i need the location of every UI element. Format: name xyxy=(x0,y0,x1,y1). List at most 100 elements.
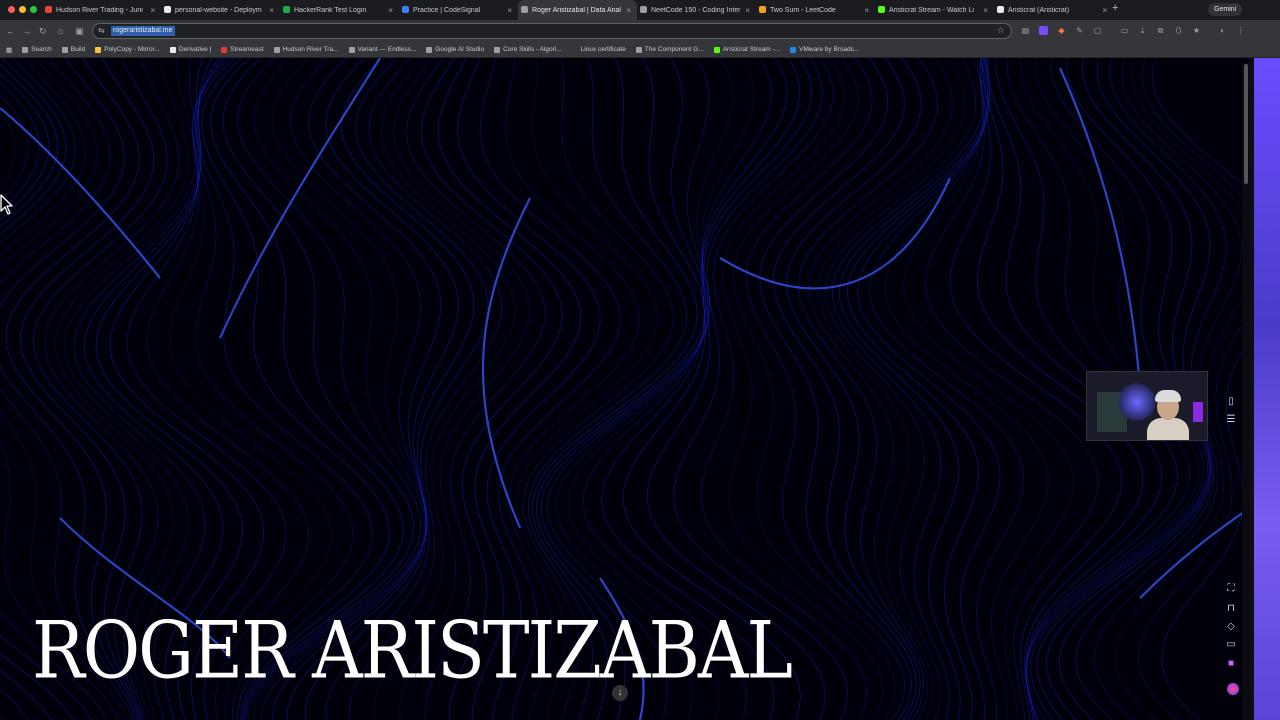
tab-close-icon[interactable]: × xyxy=(864,6,869,15)
bookmark-label: VMware by Broadc... xyxy=(799,46,860,53)
tab-close-icon[interactable]: × xyxy=(269,6,274,15)
page-scrollbar[interactable] xyxy=(1242,62,1250,720)
purple-extension-icon[interactable]: ■ xyxy=(1224,657,1238,671)
bookmark-star-icon[interactable]: ☆ xyxy=(997,25,1005,36)
side-panel-toggle-icon[interactable]: ▯ xyxy=(1224,395,1238,409)
bookmarks-icon[interactable]: ★ xyxy=(1192,26,1201,35)
url-text[interactable]: rogeraristizabal.me xyxy=(111,26,175,36)
bookmark-item[interactable]: Google AI Studio xyxy=(426,46,484,53)
tab-title: HackerRank Test Login xyxy=(294,6,367,14)
tab-title: Practice | CodeSignal xyxy=(413,6,481,14)
apps-icon[interactable]: ▦ xyxy=(6,46,12,54)
bookmark-item[interactable]: The Component G... xyxy=(635,46,704,53)
bookmark-label: Variant — Endless... xyxy=(357,46,417,53)
webcam-overlay xyxy=(1086,371,1208,441)
bookmark-label: The Component G... xyxy=(644,46,704,53)
extension-icon[interactable]: ▤ xyxy=(1021,26,1030,35)
browser-tab[interactable]: Hudson River Trading - Juni × xyxy=(42,0,161,20)
forward-icon[interactable]: → xyxy=(22,25,31,37)
bookmark-item[interactable]: Derivative | xyxy=(169,46,211,53)
tab-close-icon[interactable]: × xyxy=(1102,6,1107,15)
extension-purple-icon[interactable] xyxy=(1039,26,1048,35)
screen-cast-icon[interactable]: ▭ xyxy=(1224,638,1238,652)
bookmark-favicon-icon xyxy=(22,46,29,53)
profile-icon[interactable]: ◐ xyxy=(1218,26,1227,35)
bookmark-item[interactable]: VMware by Broadc... xyxy=(790,46,859,53)
bookmark-item[interactable]: Linux certificate xyxy=(571,46,626,53)
bookmark-item[interactable]: Variant — Endless... xyxy=(348,46,417,53)
bookmark-item[interactable]: Hudson River Tra... xyxy=(273,46,339,53)
tab-close-icon[interactable]: × xyxy=(983,6,988,15)
bookmark-label: Hudson River Tra... xyxy=(282,46,339,53)
bookmark-favicon-icon xyxy=(221,46,228,53)
address-bar[interactable]: ⇆ rogeraristizabal.me ☆ xyxy=(92,23,1012,39)
bookmark-label: Linux certificate xyxy=(580,46,626,53)
bookmark-favicon-icon xyxy=(571,46,578,53)
tab-title: Aristicrat (Aristicrat) xyxy=(1008,6,1070,14)
tab-favicon-icon xyxy=(759,6,766,13)
gemini-button[interactable]: Gemini xyxy=(1208,3,1243,16)
tab-title: NeetCode 150 - Coding Inter xyxy=(651,6,741,14)
webcam-person-body xyxy=(1147,418,1189,440)
minimize-window-button[interactable] xyxy=(19,6,26,13)
tab-title: Roger Aristizabal | Data Anal xyxy=(532,6,621,14)
browser-tab[interactable]: Aristicrat (Aristicrat) × xyxy=(994,0,1113,20)
browser-tab[interactable]: Roger Aristizabal | Data Anal × xyxy=(518,0,637,20)
back-icon[interactable]: ← xyxy=(6,25,15,37)
bookmark-panel-icon[interactable]: ⊓ xyxy=(1224,602,1238,616)
reading-list-icon[interactable]: ☰ xyxy=(1224,413,1238,427)
assistant-orb-icon[interactable] xyxy=(1227,683,1239,695)
reload-icon[interactable]: ↻ xyxy=(39,25,47,37)
maximize-window-button[interactable] xyxy=(30,6,37,13)
tab-close-icon[interactable]: × xyxy=(507,6,512,15)
webcam-person-cap xyxy=(1155,390,1181,402)
bookmark-label: PolyCopy - Mirror... xyxy=(104,46,160,53)
browser-tab[interactable]: NeetCode 150 - Coding Inter × xyxy=(637,0,756,20)
new-tab-button[interactable]: + xyxy=(1112,2,1118,14)
site-info-icon[interactable]: ⇆ xyxy=(98,26,105,35)
bookmark-label: Search xyxy=(31,46,52,53)
tag-icon[interactable]: ◇ xyxy=(1224,620,1238,634)
browser-tab[interactable]: HackerRank Test Login × xyxy=(280,0,399,20)
bookmark-favicon-icon xyxy=(95,46,102,53)
tab-list: Hudson River Trading - Juni × personal-web… xyxy=(42,0,1113,20)
code-icon[interactable]: ⟨⟩ xyxy=(1174,26,1183,35)
extension-puzzle-icon[interactable]: ✎ xyxy=(1075,26,1084,35)
bookmark-favicon-icon xyxy=(713,46,720,53)
screenshot-icon[interactable]: ⛶ xyxy=(1224,582,1238,596)
browser-tab[interactable]: Aristicrat Stream - Watch Li × xyxy=(875,0,994,20)
translate-icon[interactable]: ⧉ xyxy=(1156,26,1165,35)
cast-icon[interactable]: ▭ xyxy=(1120,26,1129,35)
bookmark-label: Core Skills - Algori... xyxy=(503,46,562,53)
home-icon[interactable]: ⌂ xyxy=(58,25,63,37)
webcam-background-light-strip xyxy=(1193,402,1203,422)
scroll-down-button[interactable]: ↓ xyxy=(612,685,628,701)
tab-favicon-icon xyxy=(164,6,171,13)
close-window-button[interactable] xyxy=(8,6,15,13)
extension-orange-icon[interactable]: ◆ xyxy=(1057,26,1066,35)
extension-box-icon[interactable]: ▢ xyxy=(1093,26,1102,35)
browser-tab[interactable]: personal-website - Deploym × xyxy=(161,0,280,20)
bookmark-item[interactable]: Streameast xyxy=(221,46,264,53)
tab-close-icon[interactable]: × xyxy=(388,6,393,15)
browser-tab[interactable]: Practice | CodeSignal × xyxy=(399,0,518,20)
download-icon[interactable]: ⤓ xyxy=(1138,26,1147,35)
browser-tab[interactable]: Two Sum - LeetCode × xyxy=(756,0,875,20)
tab-title: Two Sum - LeetCode xyxy=(770,6,836,14)
tab-close-icon[interactable]: × xyxy=(626,6,631,15)
bookmarks-bar: ▦ Search Build PolyCopy - Mirror... Derivat… xyxy=(0,42,1280,58)
bookmark-item[interactable]: Search xyxy=(22,46,52,53)
bookmark-item[interactable]: PolyCopy - Mirror... xyxy=(95,46,160,53)
split-view-icon[interactable]: ▣ xyxy=(75,25,84,37)
bookmark-item[interactable]: Aristicrat Stream -... xyxy=(713,46,780,53)
bookmark-item[interactable]: Build xyxy=(61,46,85,53)
tab-close-icon[interactable]: × xyxy=(150,6,155,15)
browser-toolbar: ← → ↻ ⌂ ▣ ⇆ rogeraristizabal.me ☆ ▤ ◆ ✎ … xyxy=(0,20,1280,42)
page-viewport[interactable]: ROGER ARISTIZABAL ↓ xyxy=(0,58,1250,720)
bookmark-item[interactable]: Core Skills - Algori... xyxy=(494,46,562,53)
menu-icon[interactable]: ⋮ xyxy=(1236,26,1245,35)
side-panel xyxy=(1250,58,1280,720)
tab-favicon-icon xyxy=(283,6,290,13)
tab-close-icon[interactable]: × xyxy=(745,6,750,15)
scrollbar-thumb[interactable] xyxy=(1244,64,1248,184)
